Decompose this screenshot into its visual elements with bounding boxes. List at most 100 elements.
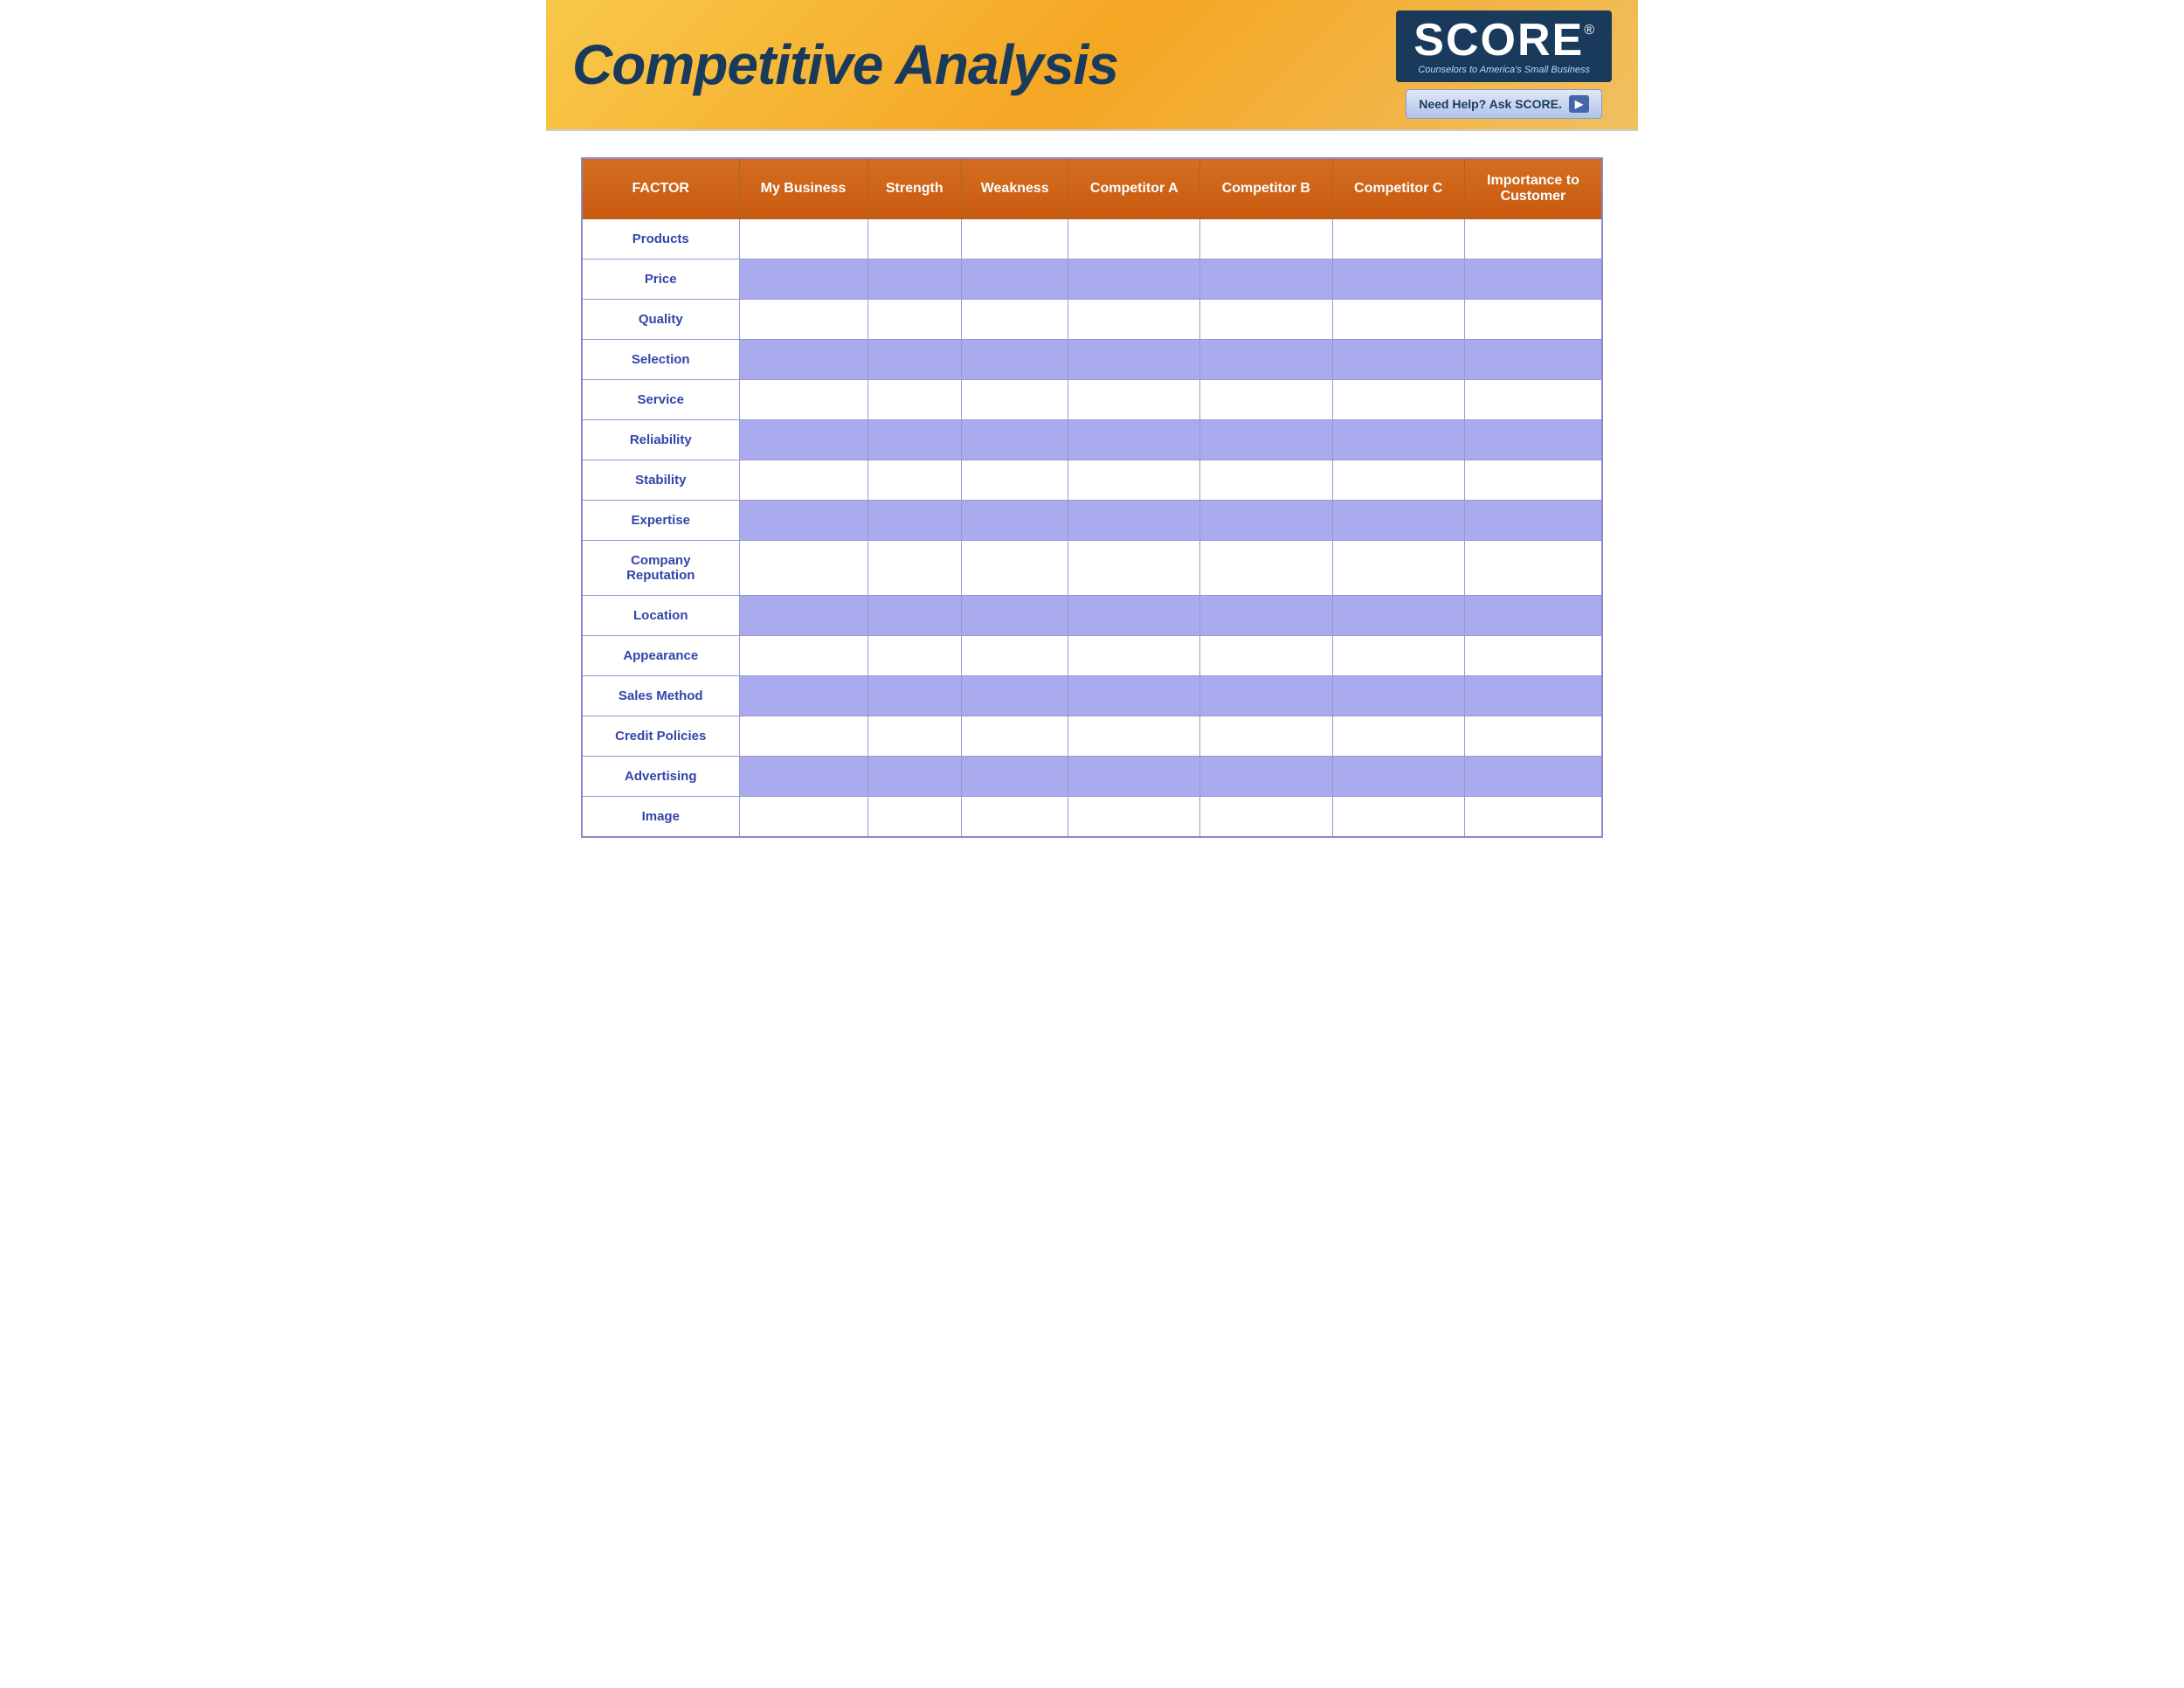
data-cell[interactable] [867,380,961,420]
data-cell[interactable] [1332,596,1464,636]
data-cell[interactable] [961,340,1068,380]
data-cell[interactable] [1068,460,1200,501]
data-cell[interactable] [1464,501,1602,541]
data-cell[interactable] [1200,596,1332,636]
data-cell[interactable] [961,541,1068,596]
data-cell[interactable] [1068,797,1200,838]
data-cell[interactable] [739,340,867,380]
data-cell[interactable] [961,380,1068,420]
data-cell[interactable] [1464,596,1602,636]
data-cell[interactable] [1068,757,1200,797]
data-cell[interactable] [867,757,961,797]
data-cell[interactable] [1200,259,1332,300]
data-cell[interactable] [961,259,1068,300]
data-cell[interactable] [739,541,867,596]
data-cell[interactable] [961,300,1068,340]
data-cell[interactable] [961,420,1068,460]
data-cell[interactable] [1464,420,1602,460]
data-cell[interactable] [867,259,961,300]
data-cell[interactable] [1464,636,1602,676]
data-cell[interactable] [961,797,1068,838]
data-cell[interactable] [1332,541,1464,596]
data-cell[interactable] [1464,676,1602,716]
data-cell[interactable] [1068,636,1200,676]
data-cell[interactable] [739,300,867,340]
data-cell[interactable] [961,219,1068,259]
data-cell[interactable] [1464,716,1602,757]
data-cell[interactable] [867,596,961,636]
data-cell[interactable] [1068,380,1200,420]
data-cell[interactable] [1332,636,1464,676]
data-cell[interactable] [1332,380,1464,420]
data-cell[interactable] [1464,541,1602,596]
data-cell[interactable] [1464,259,1602,300]
data-cell[interactable] [1332,340,1464,380]
data-cell[interactable] [1068,300,1200,340]
data-cell[interactable] [739,259,867,300]
data-cell[interactable] [867,460,961,501]
data-cell[interactable] [1200,541,1332,596]
data-cell[interactable] [867,300,961,340]
help-button[interactable]: Need Help? Ask SCORE. ▶ [1406,89,1602,119]
data-cell[interactable] [1464,219,1602,259]
data-cell[interactable] [1464,380,1602,420]
data-cell[interactable] [961,596,1068,636]
data-cell[interactable] [1200,460,1332,501]
data-cell[interactable] [1200,300,1332,340]
data-cell[interactable] [961,676,1068,716]
data-cell[interactable] [867,797,961,838]
data-cell[interactable] [1068,676,1200,716]
data-cell[interactable] [739,676,867,716]
data-cell[interactable] [1200,757,1332,797]
data-cell[interactable] [1200,420,1332,460]
data-cell[interactable] [1068,596,1200,636]
data-cell[interactable] [1068,340,1200,380]
data-cell[interactable] [1464,797,1602,838]
data-cell[interactable] [739,460,867,501]
data-cell[interactable] [1332,259,1464,300]
data-cell[interactable] [867,420,961,460]
data-cell[interactable] [1332,676,1464,716]
data-cell[interactable] [867,716,961,757]
data-cell[interactable] [961,460,1068,501]
data-cell[interactable] [867,676,961,716]
data-cell[interactable] [1068,219,1200,259]
data-cell[interactable] [739,716,867,757]
data-cell[interactable] [739,380,867,420]
data-cell[interactable] [1068,716,1200,757]
data-cell[interactable] [1464,300,1602,340]
data-cell[interactable] [739,797,867,838]
data-cell[interactable] [1200,380,1332,420]
data-cell[interactable] [739,636,867,676]
data-cell[interactable] [1068,259,1200,300]
data-cell[interactable] [1068,420,1200,460]
data-cell[interactable] [867,501,961,541]
data-cell[interactable] [1200,716,1332,757]
data-cell[interactable] [961,501,1068,541]
data-cell[interactable] [867,340,961,380]
data-cell[interactable] [739,420,867,460]
data-cell[interactable] [1332,420,1464,460]
data-cell[interactable] [1332,716,1464,757]
data-cell[interactable] [739,757,867,797]
data-cell[interactable] [1332,797,1464,838]
data-cell[interactable] [1332,300,1464,340]
data-cell[interactable] [1200,797,1332,838]
data-cell[interactable] [739,219,867,259]
data-cell[interactable] [1200,676,1332,716]
data-cell[interactable] [1068,501,1200,541]
data-cell[interactable] [867,636,961,676]
data-cell[interactable] [1332,460,1464,501]
data-cell[interactable] [1332,501,1464,541]
data-cell[interactable] [1332,757,1464,797]
data-cell[interactable] [1200,501,1332,541]
data-cell[interactable] [961,716,1068,757]
data-cell[interactable] [1068,541,1200,596]
data-cell[interactable] [1200,340,1332,380]
data-cell[interactable] [1464,757,1602,797]
data-cell[interactable] [867,219,961,259]
data-cell[interactable] [1464,340,1602,380]
data-cell[interactable] [961,636,1068,676]
data-cell[interactable] [739,501,867,541]
data-cell[interactable] [1464,460,1602,501]
